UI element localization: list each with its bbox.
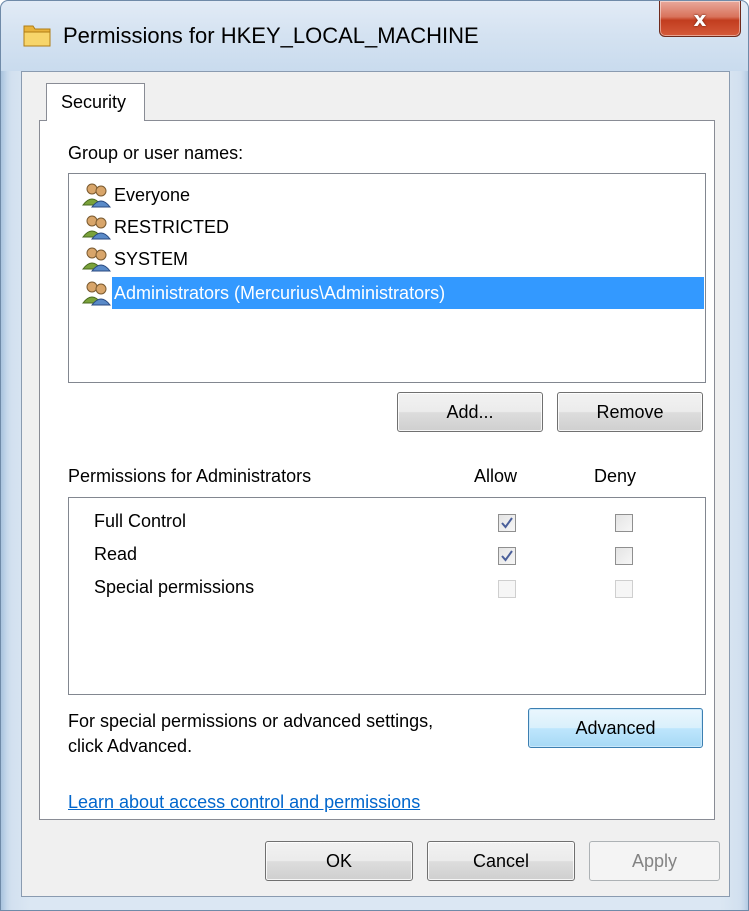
permission-name: Full Control xyxy=(94,511,187,531)
full-control-deny-checkbox[interactable] xyxy=(615,514,633,532)
permission-name: Special permissions xyxy=(94,577,255,597)
group-user-list[interactable]: Everyone RESTRICTED SYSTEM Administrator… xyxy=(68,173,706,383)
full-control-allow-checkbox[interactable] xyxy=(498,514,516,532)
advanced-info-line1: For special permissions or advanced sett… xyxy=(68,711,434,731)
list-item[interactable]: Everyone xyxy=(80,179,196,211)
list-item-label: RESTRICTED xyxy=(114,217,230,237)
special-permissions-allow-checkbox xyxy=(498,580,516,598)
checkmark-icon xyxy=(501,517,513,529)
special-permissions-deny-checkbox xyxy=(615,580,633,598)
apply-button-label: Apply xyxy=(631,850,678,871)
list-item-label: Everyone xyxy=(114,185,191,205)
apply-button: Apply xyxy=(589,841,720,881)
ok-button-label: OK xyxy=(325,850,352,871)
close-icon: x xyxy=(693,6,707,31)
list-item-label: SYSTEM xyxy=(114,249,189,269)
cancel-button-label: Cancel xyxy=(472,850,530,871)
user-group-icon xyxy=(81,247,112,272)
list-item[interactable]: SYSTEM xyxy=(80,243,194,275)
permission-name: Read xyxy=(94,544,138,564)
list-item-label: Administrators (Mercurius\Administrators… xyxy=(112,277,704,309)
user-group-icon xyxy=(81,215,112,240)
list-item[interactable]: Administrators (Mercurius\Administrators… xyxy=(80,277,704,309)
deny-column-header: Deny xyxy=(594,466,637,486)
list-item[interactable]: RESTRICTED xyxy=(80,211,235,243)
tab-security-label: Security xyxy=(61,92,127,112)
permissions-list: Full Control Read Special permissions xyxy=(68,497,706,695)
read-deny-checkbox[interactable] xyxy=(615,547,633,565)
close-button[interactable]: x xyxy=(659,1,741,37)
tab-security[interactable]: Security xyxy=(46,83,145,121)
group-list-label: Group or user names: xyxy=(68,143,244,163)
permissions-label: Permissions for Administrators xyxy=(68,466,312,486)
add-button-label: Add... xyxy=(446,401,494,422)
user-group-icon xyxy=(81,183,112,208)
ok-button[interactable]: OK xyxy=(265,841,413,881)
title-bar[interactable]: Permissions for HKEY_LOCAL_MACHINE xyxy=(1,1,748,71)
advanced-info-line2: click Advanced. xyxy=(68,736,193,756)
folder-icon xyxy=(23,25,51,47)
allow-column-header: Allow xyxy=(474,466,518,486)
help-link[interactable]: Learn about access control and permissio… xyxy=(68,792,420,813)
cancel-button[interactable]: Cancel xyxy=(427,841,575,881)
read-allow-checkbox[interactable] xyxy=(498,547,516,565)
remove-button[interactable]: Remove xyxy=(557,392,703,432)
advanced-button-label: Advanced xyxy=(575,717,656,738)
advanced-button[interactable]: Advanced xyxy=(528,708,703,748)
window-title: Permissions for HKEY_LOCAL_MACHINE xyxy=(63,23,479,48)
user-group-icon xyxy=(81,281,112,306)
add-button[interactable]: Add... xyxy=(397,392,543,432)
permissions-dialog: Permissions for HKEY_LOCAL_MACHINE x Sec… xyxy=(0,0,749,911)
checkmark-icon xyxy=(501,550,513,562)
remove-button-label: Remove xyxy=(596,401,664,422)
